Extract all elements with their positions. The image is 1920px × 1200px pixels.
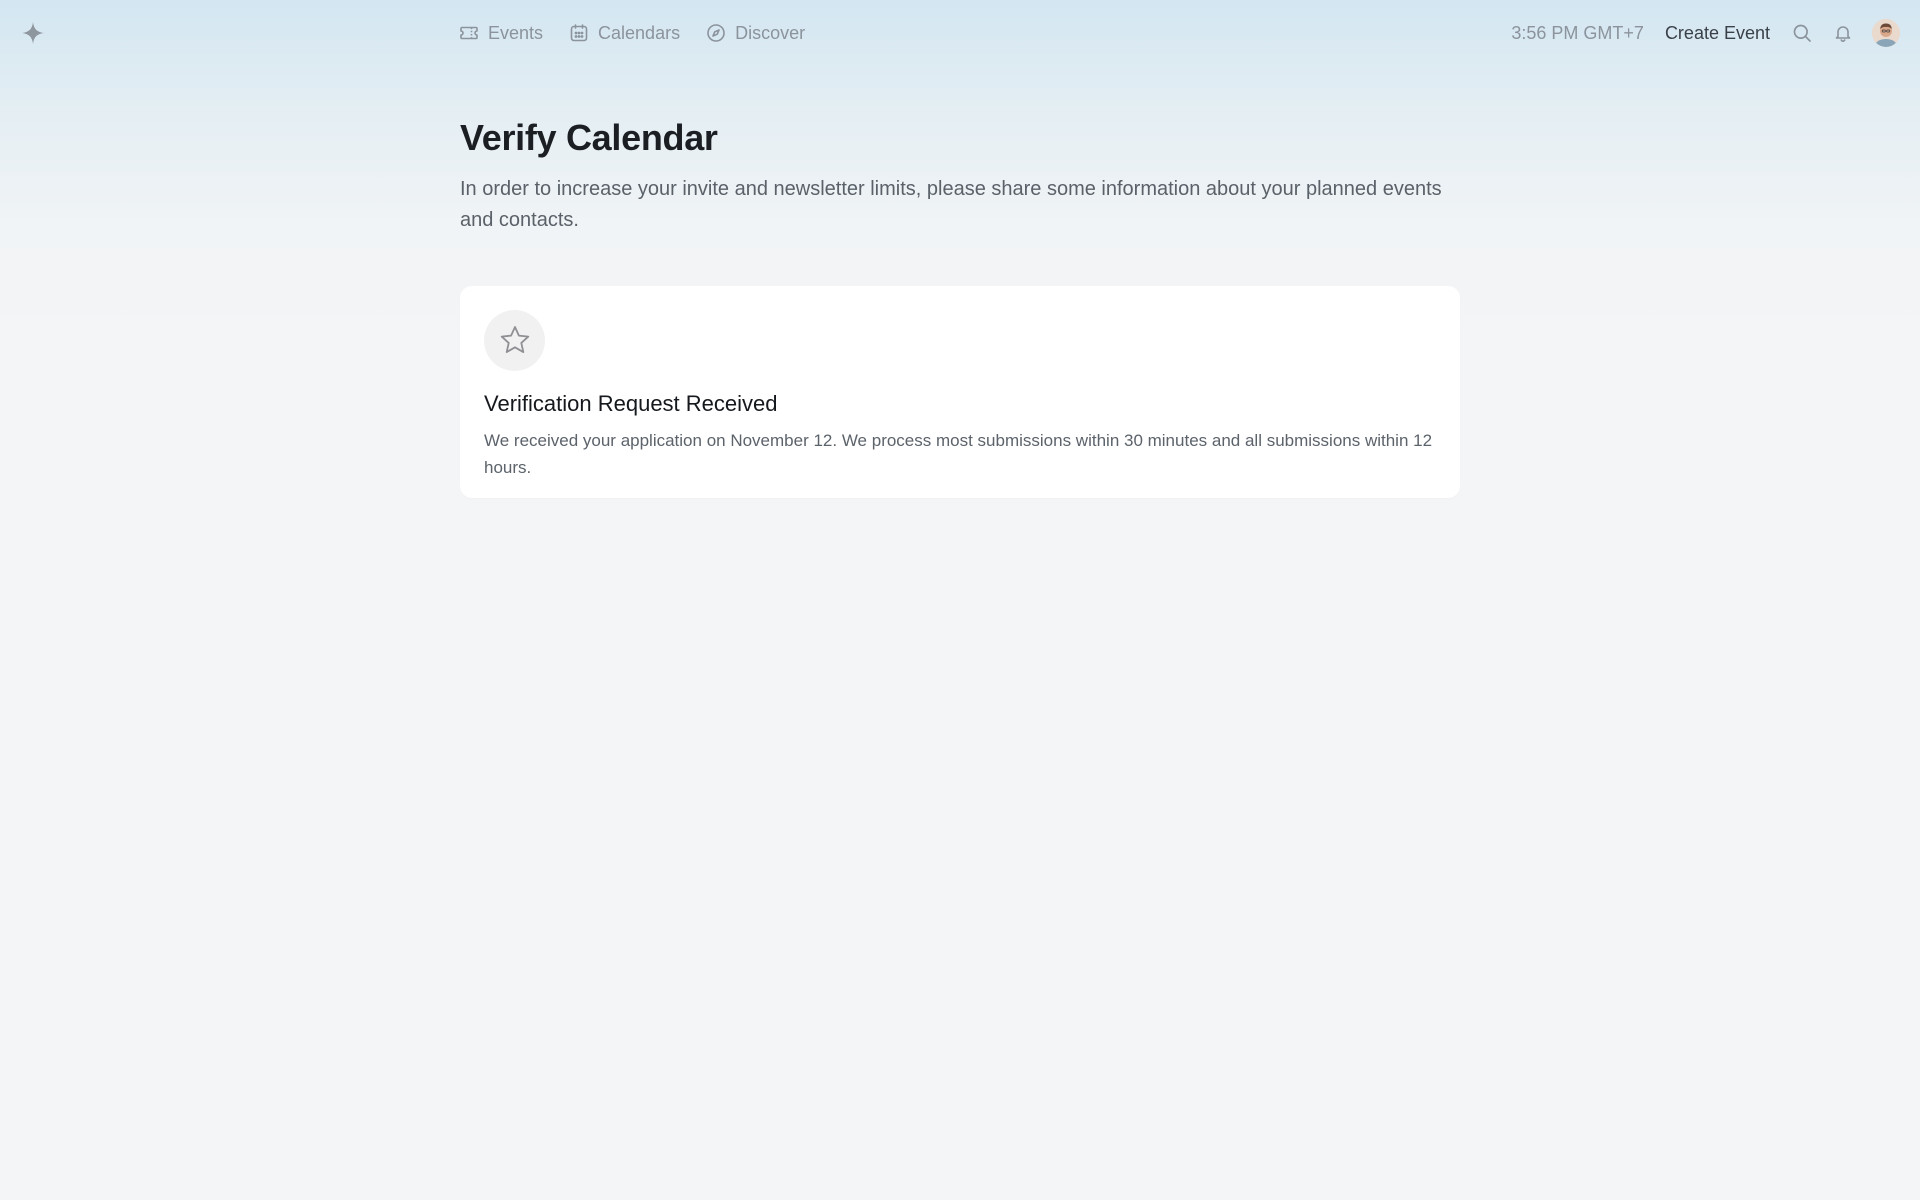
nav-item-events[interactable]: Events — [459, 23, 543, 44]
current-time: 3:56 PM GMT+7 — [1511, 22, 1644, 43]
nav-item-label: Events — [488, 22, 544, 43]
avatar[interactable] — [1872, 19, 1900, 47]
header-actions: 3:56 PM GMT+7 Create Event — [1511, 0, 1900, 66]
create-event-button[interactable]: Create Event — [1665, 23, 1770, 44]
nav-item-calendars[interactable]: Calendars — [569, 23, 680, 44]
star-icon — [484, 310, 545, 371]
card-title: Verification Request Received — [484, 391, 778, 416]
main-content: Verify Calendar In order to increase you… — [460, 110, 1460, 498]
main-nav: Events Calendars Discover — [459, 0, 805, 66]
top-navigation-bar: Events Calendars Discover 3:56 PM GMT+7 … — [0, 0, 1920, 66]
nav-item-label: Calendars — [598, 22, 681, 43]
bell-icon[interactable] — [1831, 21, 1855, 45]
compass-icon — [706, 23, 726, 43]
ticket-icon — [459, 23, 479, 43]
page-description: In order to increase your invite and new… — [460, 178, 1442, 231]
nav-item-discover[interactable]: Discover — [706, 23, 805, 44]
page-title: Verify Calendar — [460, 117, 718, 158]
calendar-icon — [569, 23, 589, 43]
card-text: We received your application on November… — [484, 431, 1433, 477]
search-icon[interactable] — [1790, 21, 1814, 45]
nav-item-label: Discover — [735, 22, 806, 43]
sparkle-icon[interactable] — [20, 20, 46, 46]
verification-status-card: Verification Request Received We receive… — [460, 286, 1460, 498]
